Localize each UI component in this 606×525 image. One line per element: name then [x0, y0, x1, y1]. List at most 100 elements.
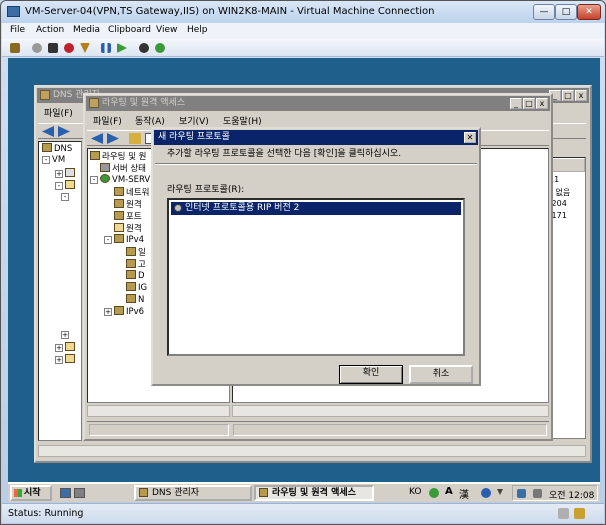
rras-menu-file[interactable]: 파일(F) — [93, 114, 122, 127]
reset-icon[interactable] — [117, 43, 127, 53]
dns-tree-child[interactable]: + — [55, 168, 77, 179]
cancel-button[interactable]: 취소 — [409, 365, 473, 384]
vm-window-icon — [7, 6, 20, 17]
tree-item-general[interactable]: 일 — [126, 246, 146, 258]
dns-tree-child[interactable]: + — [61, 330, 71, 340]
rras-close-button[interactable]: x — [536, 98, 548, 109]
ok-button[interactable]: 확인 — [339, 365, 403, 384]
tree-item-igmp[interactable]: IG — [126, 282, 147, 293]
collapse-icon[interactable]: - — [55, 182, 63, 190]
server-manager-icon[interactable] — [74, 488, 85, 498]
protocol-icon — [126, 247, 136, 256]
clock[interactable]: 오전 12:08 — [549, 488, 594, 501]
rras-menu-help[interactable]: 도움말(H) — [223, 114, 262, 127]
rras-minimize-button[interactable]: _ — [510, 98, 522, 109]
taskbar-button-rras[interactable]: 라우팅 및 원격 액세스 — [254, 485, 374, 501]
tree-item-server[interactable]: - VM-SERV — [90, 174, 150, 185]
lock-icon — [574, 508, 585, 519]
tree-item-static-routes[interactable]: 고 — [126, 258, 146, 270]
tree-item-ports[interactable]: 포트 — [114, 210, 142, 222]
dns-tree-child[interactable]: - — [55, 180, 77, 191]
up-folder-icon[interactable] — [129, 133, 141, 144]
tree-item-ipv4[interactable]: - IPv4 — [104, 234, 144, 245]
dialog-titlebar[interactable]: 새 라우팅 프로토콜 ✕ — [154, 130, 478, 145]
start-button[interactable]: 시작 — [10, 485, 52, 501]
rras-titlebar[interactable]: 라우팅 및 원격 액세스 _ □ x — [86, 96, 550, 111]
maximize-button[interactable]: □ — [555, 4, 577, 20]
protocol-list-item[interactable]: 인터넷 프로토콜용 RIP 버전 2 — [171, 202, 461, 215]
help-icon[interactable] — [481, 488, 491, 498]
dns-tree-child[interactable]: - — [61, 192, 71, 202]
dns-maximize-button[interactable]: □ — [562, 90, 574, 101]
folder-icon — [65, 168, 75, 177]
tree-item-remote-clients[interactable]: 원격 — [114, 198, 142, 210]
tree-item-remote-policies[interactable]: 원격 — [114, 222, 142, 234]
show-desktop-icon[interactable] — [60, 488, 71, 498]
dns-tree-server[interactable]: - VM — [42, 155, 65, 165]
dns-tree-child[interactable]: + — [55, 354, 77, 365]
tree-item-server-status[interactable]: 서버 상태 — [100, 162, 146, 174]
expand-icon[interactable]: + — [55, 344, 63, 352]
expand-icon[interactable]: + — [104, 308, 112, 316]
rras-menu-view[interactable]: 보기(V) — [179, 114, 209, 127]
dns-menu-file[interactable]: 파일(F) — [44, 106, 73, 119]
rras-window-icon — [89, 98, 99, 108]
collapse-icon[interactable]: - — [42, 156, 50, 164]
menu-help[interactable]: Help — [187, 25, 208, 35]
rras-details-scrollbar[interactable] — [232, 405, 549, 417]
menu-view[interactable]: View — [156, 25, 177, 35]
rras-window-title: 라우팅 및 원격 액세스 — [102, 98, 186, 108]
ctrl-alt-del-icon[interactable] — [10, 43, 20, 53]
close-button[interactable]: ✕ — [577, 4, 601, 20]
network-icon[interactable] — [517, 489, 526, 498]
rras-maximize-button[interactable]: □ — [523, 98, 535, 109]
menu-action[interactable]: Action — [36, 25, 64, 35]
vm-titlebar[interactable]: VM-Server-04(VPN,TS Gateway,IIS) on WIN2… — [1, 1, 605, 23]
menu-clipboard[interactable]: Clipboard — [108, 25, 151, 35]
shutdown-icon[interactable] — [64, 43, 74, 53]
ime-alpha-toggle[interactable]: A — [445, 486, 453, 497]
dialog-body: 추가할 라우팅 프로토콜을 선택한 다음 [확인]을 클릭하십시오. 라우팅 프… — [155, 145, 477, 384]
expand-icon[interactable]: + — [61, 331, 69, 339]
menu-file[interactable]: File — [10, 25, 25, 35]
tree-item-rras-root[interactable]: 라우팅 및 원 — [90, 150, 147, 162]
ime-options-icon[interactable] — [497, 489, 503, 495]
back-arrow-icon[interactable] — [42, 126, 54, 137]
revert-icon[interactable] — [155, 43, 165, 53]
dialog-close-button[interactable]: ✕ — [464, 132, 476, 143]
tree-item-dhcp[interactable]: D — [126, 270, 145, 281]
forward-arrow-icon[interactable] — [107, 133, 119, 144]
ime-hanja-toggle[interactable]: 漢 — [459, 486, 469, 501]
routing-icon — [259, 488, 268, 497]
tree-item-ipv6[interactable]: + IPv6 — [104, 306, 144, 317]
protocol-list[interactable]: 인터넷 프로토콜용 RIP 버전 2 — [167, 198, 465, 356]
ime-mode-icon[interactable] — [429, 488, 439, 498]
collapse-icon[interactable]: - — [104, 236, 112, 244]
tree-item-nat[interactable]: N — [126, 294, 144, 305]
snapshot-icon[interactable] — [139, 43, 149, 53]
dns-close-button[interactable]: x — [575, 90, 587, 101]
dns-tree-root[interactable]: DNS — [42, 143, 72, 154]
volume-icon[interactable] — [533, 489, 542, 498]
dns-tree-child[interactable]: + — [55, 342, 77, 353]
minimize-button[interactable]: — — [533, 4, 555, 20]
start-icon[interactable] — [32, 43, 42, 53]
collapse-icon[interactable]: - — [90, 176, 98, 184]
collapse-icon[interactable]: - — [61, 193, 69, 201]
rras-menu-action[interactable]: 동작(A) — [135, 114, 165, 127]
save-icon[interactable] — [80, 43, 90, 53]
forward-arrow-icon[interactable] — [58, 126, 70, 137]
language-indicator[interactable]: KO — [409, 487, 422, 497]
rras-tree-scrollbar[interactable] — [87, 405, 230, 417]
expand-icon[interactable]: + — [55, 170, 63, 178]
back-arrow-icon[interactable] — [91, 133, 103, 144]
dns-horizontal-scrollbar[interactable] — [38, 445, 586, 457]
menu-media[interactable]: Media — [73, 25, 100, 35]
expand-icon[interactable]: + — [55, 356, 63, 364]
turn-off-icon[interactable] — [48, 43, 58, 53]
vm-connection-window: VM-Server-04(VPN,TS Gateway,IIS) on WIN2… — [0, 0, 606, 525]
pause-icon[interactable] — [101, 43, 111, 53]
dialog-instruction: 추가할 라우팅 프로토콜을 선택한 다음 [확인]을 클릭하십시오. — [167, 149, 402, 159]
taskbar-button-dns[interactable]: DNS 관리자 — [134, 485, 252, 501]
tree-item-network-interfaces[interactable]: 네트워 — [114, 186, 149, 198]
